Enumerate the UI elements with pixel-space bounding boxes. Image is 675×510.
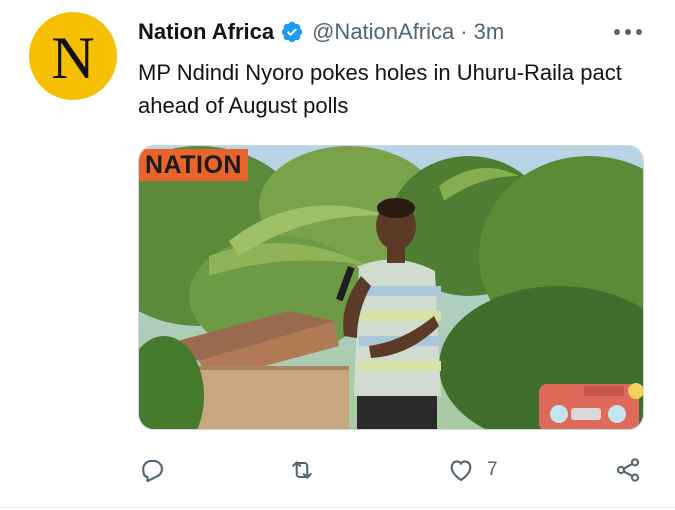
avatar-letter: N (51, 25, 95, 91)
tweet[interactable]: N Nation Africa @NationAfrica · 3m MP Nd… (0, 0, 675, 510)
heart-icon (450, 460, 472, 481)
nation-logo-watermark: NATION (139, 149, 248, 181)
tweet-divider (0, 507, 675, 508)
action-bar: 7 (0, 450, 675, 490)
share-icon (616, 458, 640, 482)
more-options-button[interactable] (612, 18, 644, 46)
display-name[interactable]: Nation Africa (138, 19, 274, 45)
more-icon (614, 29, 642, 35)
separator-dot: · (460, 19, 468, 44)
retweet-button[interactable] (288, 450, 328, 490)
handle[interactable]: @NationAfrica (312, 19, 454, 45)
avatar[interactable]: N (29, 12, 117, 100)
tweet-header: Nation Africa @NationAfrica · 3m (138, 16, 504, 48)
watermark-text: NATION (145, 150, 242, 179)
verified-badge-icon (281, 21, 303, 43)
share-button[interactable] (614, 450, 654, 490)
retweet-icon (292, 461, 312, 479)
tweet-text: MP Ndindi Nyoro pokes holes in Uhuru-Rai… (138, 60, 622, 118)
video-frame-image (139, 146, 643, 429)
video-thumbnail[interactable]: NATION (138, 145, 644, 430)
like-count: 7 (487, 459, 498, 480)
reply-icon (142, 459, 163, 483)
reply-button[interactable] (138, 450, 178, 490)
like-button[interactable]: 7 (447, 450, 498, 490)
timestamp[interactable]: 3m (474, 19, 505, 45)
